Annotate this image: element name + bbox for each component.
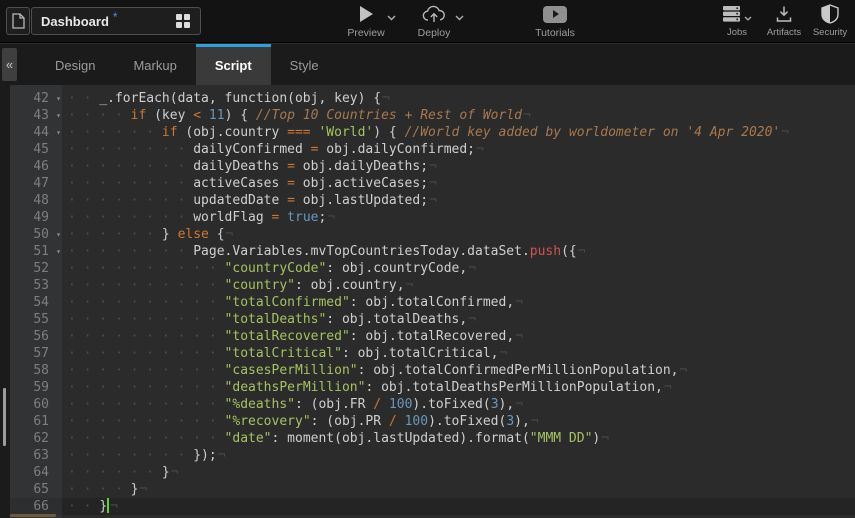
jobs-label: Jobs — [716, 27, 758, 38]
tutorials-label: Tutorials — [524, 27, 586, 39]
line-number: 52 — [33, 261, 49, 276]
code-line[interactable]: 58· · · · · · · · · · "casesPerMillion":… — [10, 362, 855, 379]
deploy-label: Deploy — [408, 27, 460, 39]
chevron-down-icon[interactable] — [387, 15, 396, 21]
line-number: 55 — [33, 312, 49, 327]
page-name: Dashboard — [41, 14, 109, 29]
code-line[interactable]: 44▾· · · · · · if (obj.country === 'Worl… — [10, 124, 855, 141]
horizontal-scrollbar-thumb[interactable] — [10, 514, 56, 517]
code-line[interactable]: 55· · · · · · · · · · "totalDeaths": obj… — [10, 311, 855, 328]
line-number: 48 — [33, 193, 49, 208]
chevron-down-icon[interactable] — [455, 15, 464, 21]
line-number: 47 — [33, 176, 49, 191]
line-number: 61 — [33, 414, 49, 429]
fold-toggle-icon[interactable]: ▾ — [56, 124, 61, 141]
line-number: 62 — [33, 431, 49, 446]
code-line[interactable]: 47· · · · · · · · activeCases = obj.acti… — [10, 175, 855, 192]
code-line[interactable]: 59· · · · · · · · · · "deathsPerMillion"… — [10, 379, 855, 396]
line-number: 50 — [33, 227, 49, 242]
line-number: 41 — [33, 85, 49, 89]
code-line[interactable]: 64· · · · · · }¬ — [10, 464, 855, 481]
code-line[interactable]: 49· · · · · · · · worldFlag = true;¬ — [10, 209, 855, 226]
line-number: 64 — [33, 465, 49, 480]
download-icon — [775, 5, 793, 23]
editor-tabs: Design Markup Script Style — [36, 44, 338, 85]
line-number: 56 — [33, 329, 49, 344]
code-line[interactable]: 63· · · · · · · · });¬ — [10, 447, 855, 464]
page-selector[interactable]: Dashboard * — [31, 7, 201, 35]
cloud-upload-icon — [422, 5, 446, 24]
tutorials-button[interactable]: Tutorials — [524, 3, 586, 39]
code-line[interactable]: 52· · · · · · · · · · "countryCode": obj… — [10, 260, 855, 277]
line-number: 53 — [33, 278, 49, 293]
line-number: 57 — [33, 346, 49, 361]
line-number: 46 — [33, 159, 49, 174]
code-line[interactable]: 57· · · · · · · · · · "totalCritical": o… — [10, 345, 855, 362]
line-number: 63 — [33, 448, 49, 463]
line-number: 60 — [33, 397, 49, 412]
line-number: 51 — [33, 244, 49, 259]
line-number: 49 — [33, 210, 49, 225]
code-line[interactable]: 50▾· · · · · · } else {¬ — [10, 226, 855, 243]
fold-toggle-icon[interactable]: ▾ — [56, 226, 61, 243]
code-line[interactable]: 48· · · · · · · · updatedDate = obj.last… — [10, 192, 855, 209]
line-number: 45 — [33, 142, 49, 157]
code-line[interactable]: 42▾· · _.forEach(data, function(obj, key… — [10, 90, 855, 107]
code-line[interactable]: 54· · · · · · · · · · "totalConfirmed": … — [10, 294, 855, 311]
collapse-panel-button[interactable]: « — [2, 48, 17, 81]
editor-scroll-track — [0, 85, 10, 518]
server-stack-icon — [722, 5, 742, 23]
tabbar: « Design Markup Script Style — [0, 44, 855, 85]
code-line[interactable]: 60· · · · · · · · · · "%deaths": (obj.FR… — [10, 396, 855, 413]
code-lines: 4142▾· · _.forEach(data, function(obj, k… — [10, 85, 855, 515]
document-icon — [12, 13, 25, 29]
code-line[interactable]: 66· · }¬ — [10, 498, 855, 515]
line-number: 65 — [33, 482, 49, 497]
tab-design[interactable]: Design — [36, 44, 114, 85]
code-line[interactable]: 45· · · · · · · · dailyConfirmed = obj.d… — [10, 141, 855, 158]
code-line[interactable]: 65· · · · }¬ — [10, 481, 855, 498]
line-number: 42 — [33, 91, 49, 106]
tab-script[interactable]: Script — [196, 44, 271, 85]
code-line[interactable]: 53· · · · · · · · · · "country": obj.cou… — [10, 277, 855, 294]
grid-icon[interactable] — [176, 14, 191, 29]
line-number: 66 — [33, 499, 49, 514]
artifacts-label: Artifacts — [760, 27, 808, 38]
code-editor[interactable]: 4142▾· · _.forEach(data, function(obj, k… — [0, 85, 855, 518]
unsaved-indicator: * — [113, 10, 118, 24]
code-line[interactable]: 46· · · · · · · · dailyDeaths = obj.dail… — [10, 158, 855, 175]
code-line[interactable]: 56· · · · · · · · · · "totalRecovered": … — [10, 328, 855, 345]
code-line[interactable]: 51▾· · · · · · · · Page.Variables.mvTopC… — [10, 243, 855, 260]
video-icon — [543, 6, 567, 23]
play-icon — [360, 6, 373, 22]
line-number: 44 — [33, 125, 49, 140]
chevron-down-icon[interactable] — [744, 16, 752, 21]
code-line[interactable]: 61· · · · · · · · · · "%recovery": (obj.… — [10, 413, 855, 430]
preview-label: Preview — [340, 27, 392, 39]
line-number: 58 — [33, 363, 49, 378]
preview-button[interactable]: Preview — [340, 3, 392, 39]
topbar: Dashboard * Preview Deploy Tutorials — [0, 0, 855, 43]
security-label: Security — [808, 27, 852, 38]
studio-window: Dashboard * Preview Deploy Tutorials — [0, 0, 855, 518]
fold-toggle-icon[interactable]: ▾ — [56, 107, 61, 124]
fold-toggle-icon[interactable]: ▾ — [56, 90, 61, 107]
line-number: 43 — [33, 108, 49, 123]
code-line[interactable]: 62· · · · · · · · · · "date": moment(obj… — [10, 430, 855, 447]
text-cursor — [107, 498, 109, 513]
artifacts-button[interactable]: Artifacts — [760, 3, 808, 38]
tab-style[interactable]: Style — [271, 44, 338, 85]
tab-markup[interactable]: Markup — [114, 44, 195, 85]
deploy-button[interactable]: Deploy — [408, 3, 460, 39]
page-file-button[interactable] — [6, 7, 30, 35]
line-number: 59 — [33, 380, 49, 395]
shield-icon — [821, 4, 839, 24]
jobs-button[interactable]: Jobs — [716, 3, 758, 38]
security-button[interactable]: Security — [808, 3, 852, 38]
vertical-scrollbar-thumb[interactable] — [3, 388, 6, 446]
line-number: 54 — [33, 295, 49, 310]
code-line[interactable]: 43▾· · · · if (key < 11) { //Top 10 Coun… — [10, 107, 855, 124]
fold-toggle-icon[interactable]: ▾ — [56, 243, 61, 260]
